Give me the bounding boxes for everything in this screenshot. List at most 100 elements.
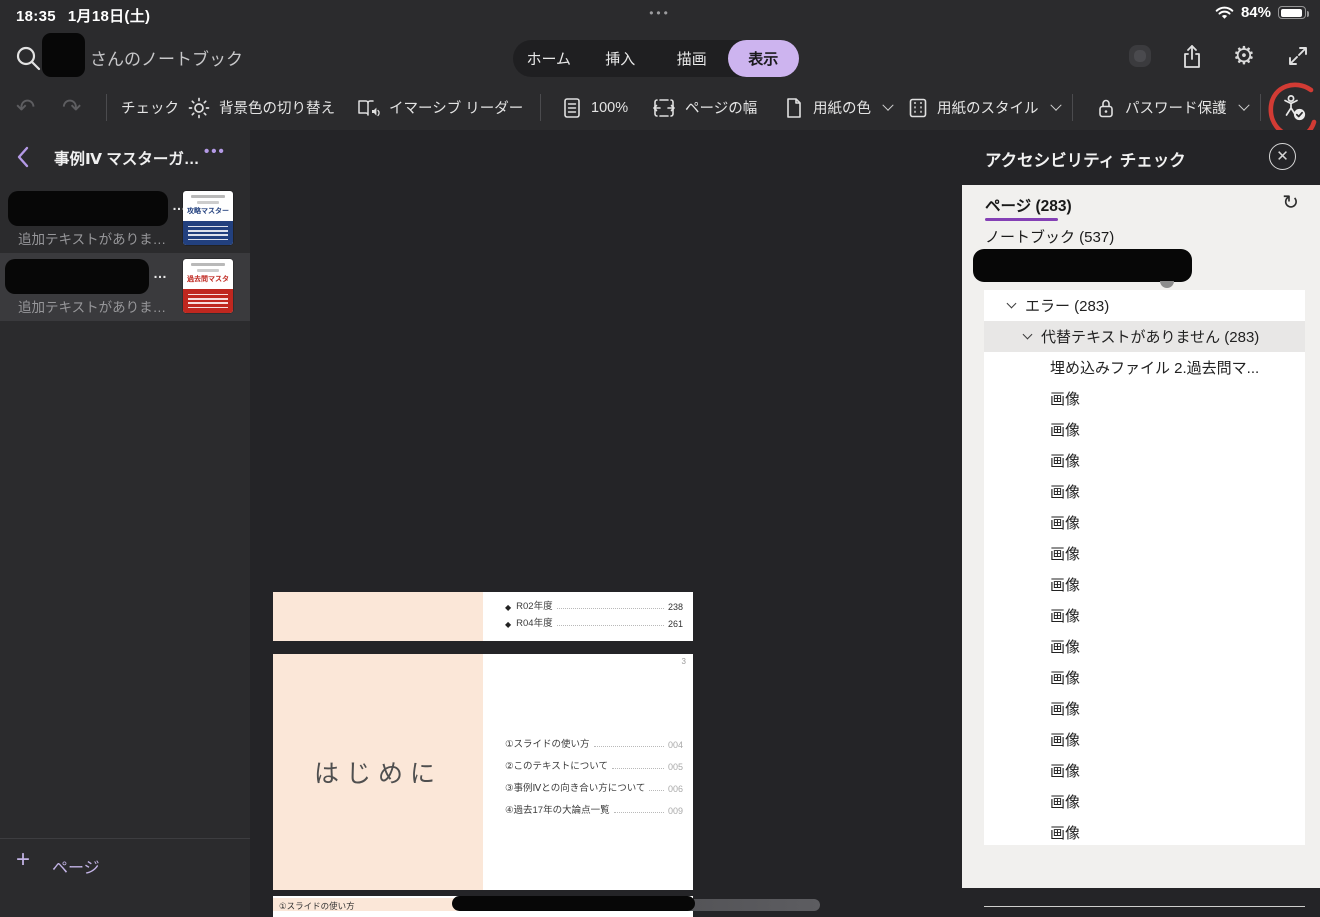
undo-button[interactable]: ↶	[16, 85, 35, 130]
chevron-left-icon	[17, 146, 29, 168]
notebook-title: さんのノートブック	[90, 50, 243, 69]
paper-color-button[interactable]: 用紙の色	[784, 85, 894, 130]
tree-item-image[interactable]: 画像	[984, 631, 1305, 662]
tree-label: 画像	[1050, 794, 1081, 811]
paper-style-button[interactable]: 用紙のスタイル	[908, 85, 1062, 130]
status-time: 18:35	[16, 8, 56, 25]
tab-draw[interactable]: 描画	[656, 40, 728, 77]
password-protect-button[interactable]: パスワード保護	[1096, 85, 1250, 130]
redo-button[interactable]: ↷	[62, 85, 81, 130]
tree-label: 画像	[1050, 484, 1081, 501]
chevron-down-icon	[1022, 329, 1033, 340]
paper-style-icon	[909, 98, 927, 117]
tree-label: 画像	[1050, 732, 1081, 749]
redacted-page-title	[8, 191, 168, 226]
paper-color-label: 用紙の色	[813, 101, 871, 117]
toc-label: R04年度	[516, 618, 553, 629]
thumbnail-line	[197, 269, 219, 272]
tree-item-image[interactable]: 画像	[984, 538, 1305, 569]
close-panel-button[interactable]: ✕	[1269, 143, 1296, 170]
background-switch-button[interactable]: 背景色の切り替え	[188, 85, 335, 130]
fullscreen-button[interactable]	[1284, 42, 1312, 70]
copilot-icon	[1129, 45, 1151, 67]
dotted-leader	[611, 768, 664, 769]
thumbnail-line	[188, 306, 228, 309]
tree-item-image[interactable]: 画像	[984, 693, 1305, 724]
chevron-down-icon	[1237, 99, 1250, 111]
tree-item-image[interactable]: 画像	[984, 724, 1305, 755]
zoom-button[interactable]: 100%	[562, 85, 628, 130]
toc-row: ④過去17年の大論点一覧 009	[505, 802, 683, 816]
tree-item-image[interactable]: 画像	[984, 445, 1305, 476]
accessibility-panel-body: ページ (283) ↻ ノートブック (537) エラー (283) 代替テキス…	[962, 185, 1320, 907]
thumbnail-line	[188, 298, 228, 300]
tree-item-image[interactable]: 画像	[984, 476, 1305, 507]
page-width-button[interactable]: ページの幅	[652, 85, 757, 130]
tree-item-image[interactable]: 画像	[984, 414, 1305, 445]
status-date: 1月18日(土)	[67, 8, 151, 25]
thumbnail-line	[188, 293, 228, 296]
redo-icon: ↷	[62, 94, 82, 120]
undo-icon: ↶	[16, 94, 36, 120]
settings-button[interactable]: ⚙	[1230, 42, 1258, 70]
tree-label: 画像	[1050, 577, 1081, 594]
share-button[interactable]	[1178, 42, 1206, 70]
dotted-leader	[593, 746, 664, 747]
redacted-canvas-strip	[452, 896, 695, 911]
active-tab-underline	[985, 218, 1058, 221]
tree-item-embedded-file[interactable]: 埋め込みファイル 2.過去問マ...	[984, 352, 1305, 383]
expand-icon	[1289, 47, 1307, 65]
immersive-reader-icon	[358, 99, 380, 116]
page-list-item[interactable]: … 追加テキストがありま… 攻略マスター	[0, 185, 250, 253]
immersive-reader-button[interactable]: イマーシブ リーダー	[356, 85, 523, 130]
status-right: 84%	[1215, 4, 1309, 21]
thumbnail-line	[191, 263, 225, 266]
accessibility-check-button[interactable]	[1278, 93, 1308, 123]
thumbnail-line	[188, 302, 228, 304]
paper-style-label: 用紙のスタイル	[937, 101, 1039, 117]
page-list-item-selected[interactable]: … 追加テキストがありま… 過去問マスタ	[0, 253, 250, 321]
battery-nub	[1306, 10, 1309, 17]
tab-view[interactable]: 表示	[727, 40, 799, 77]
tree-item-error[interactable]: エラー (283)	[984, 290, 1305, 321]
copilot-button[interactable]	[1126, 42, 1154, 70]
tree-item-image[interactable]: 画像	[984, 755, 1305, 786]
thumbnail-line	[197, 201, 219, 204]
background-switch-label: 背景色の切り替え	[219, 101, 335, 117]
tree-item-image[interactable]: 画像	[984, 600, 1305, 631]
tab-insert[interactable]: 挿入	[585, 40, 657, 77]
zoom-level-label: 100%	[591, 99, 629, 116]
tree-item-image[interactable]: 画像	[984, 569, 1305, 600]
dotted-leader	[649, 790, 664, 791]
add-page-button[interactable]: + ページ	[0, 842, 250, 886]
tree-item-image[interactable]: 画像	[984, 662, 1305, 693]
panel-tab-pages[interactable]: ページ (283)	[985, 194, 1072, 216]
thumbnail-line	[188, 234, 228, 236]
tree-item-image[interactable]: 画像	[984, 786, 1305, 817]
check-button[interactable]: チェック	[121, 85, 179, 130]
multitask-indicator[interactable]: •••	[649, 6, 671, 20]
thumbnail-title: 攻略マスター	[187, 208, 229, 215]
panel-title: アクセシビリティ チェック	[985, 152, 1186, 170]
status-time-date: 18:35 1月18日(土)	[16, 5, 150, 26]
panel-tab-notebook[interactable]: ノートブック (537)	[985, 226, 1114, 247]
tree-item-no-alt-text[interactable]: 代替テキストがありません (283)	[984, 321, 1305, 352]
zoom-doc-icon	[564, 97, 580, 118]
tree-item-image[interactable]: 画像	[984, 383, 1305, 414]
tree-label: 代替テキストがありません (283)	[1041, 329, 1260, 346]
tree-label: 画像	[1050, 422, 1081, 439]
battery-icon	[1278, 6, 1309, 19]
toc-row: ◆ R02年度 238	[505, 598, 683, 612]
search-button[interactable]	[14, 44, 44, 74]
toc-label: ②このテキストについて	[505, 761, 608, 772]
panel-divider	[984, 906, 1305, 907]
thumbnail-band	[183, 221, 233, 245]
section-more-button[interactable]: •••	[204, 143, 226, 160]
dotted-leader	[556, 608, 664, 609]
tree-item-image[interactable]: 画像	[984, 507, 1305, 538]
tree-item-image[interactable]: 画像	[984, 817, 1305, 845]
back-button[interactable]	[16, 146, 36, 170]
refresh-button[interactable]: ↻	[1282, 190, 1299, 215]
gear-icon: ⚙	[1232, 41, 1256, 70]
tab-home[interactable]: ホーム	[513, 40, 585, 77]
